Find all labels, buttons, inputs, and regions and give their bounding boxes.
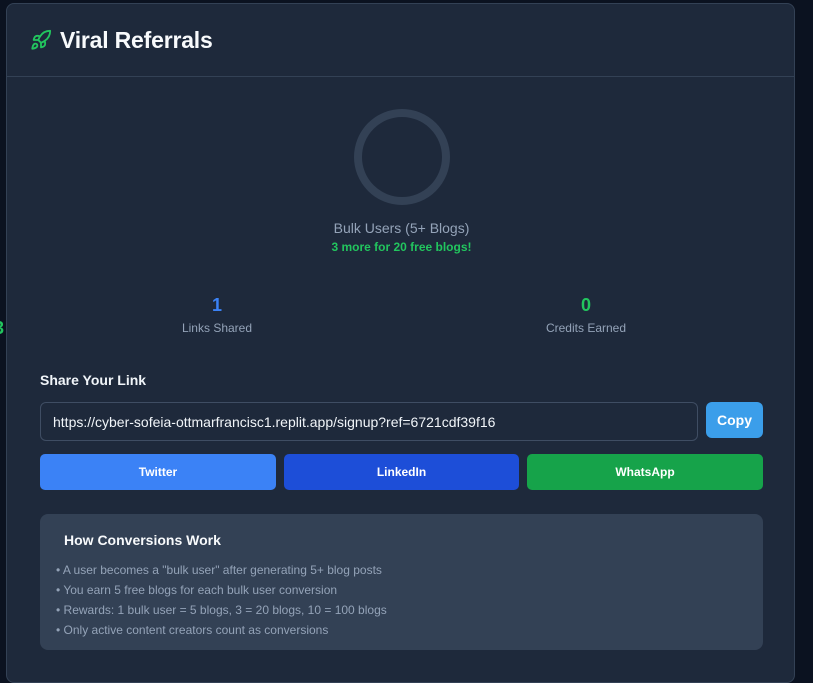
viral-referrals-card: Viral Referrals Bulk Users (5+ Blogs) 3 … <box>6 3 795 683</box>
links-shared-label: Links Shared <box>181 321 253 335</box>
info-item: • Rewards: 1 bulk user = 5 blogs, 3 = 20… <box>56 603 387 617</box>
info-item: • Only active content creators count as … <box>56 623 329 637</box>
offscreen-partial-number: 3 <box>0 318 4 339</box>
progress-ring-wrapper <box>7 108 794 206</box>
linkedin-share-button[interactable]: LinkedIn <box>284 454 519 490</box>
info-title: How Conversions Work <box>64 532 221 548</box>
info-list: • A user becomes a "bulk user" after gen… <box>56 560 387 640</box>
links-shared-stat: 1 Links Shared <box>117 294 317 335</box>
credits-earned-label: Credits Earned <box>545 321 627 335</box>
conversions-info-box: How Conversions Work • A user becomes a … <box>40 514 763 650</box>
links-shared-value: 1 <box>211 295 222 315</box>
referral-link-input[interactable] <box>40 402 698 441</box>
rocket-icon <box>30 29 52 51</box>
copy-button[interactable]: Copy <box>706 402 763 438</box>
progress-ring <box>353 109 450 205</box>
share-link-heading: Share Your Link <box>40 372 147 388</box>
credits-earned-value: 0 <box>580 295 591 315</box>
info-item: • You earn 5 free blogs for each bulk us… <box>56 583 338 597</box>
whatsapp-share-button[interactable]: WhatsApp <box>527 454 763 490</box>
bulk-users-label: Bulk Users (5+ Blogs) <box>333 220 470 236</box>
card-title: Viral Referrals <box>60 26 213 53</box>
card-header: Viral Referrals <box>7 4 794 77</box>
twitter-share-button[interactable]: Twitter <box>40 454 276 490</box>
info-item: • A user becomes a "bulk user" after gen… <box>56 563 382 577</box>
credits-earned-stat: 0 Credits Earned <box>486 294 686 335</box>
bulk-users-hint: 3 more for 20 free blogs! <box>331 240 472 254</box>
